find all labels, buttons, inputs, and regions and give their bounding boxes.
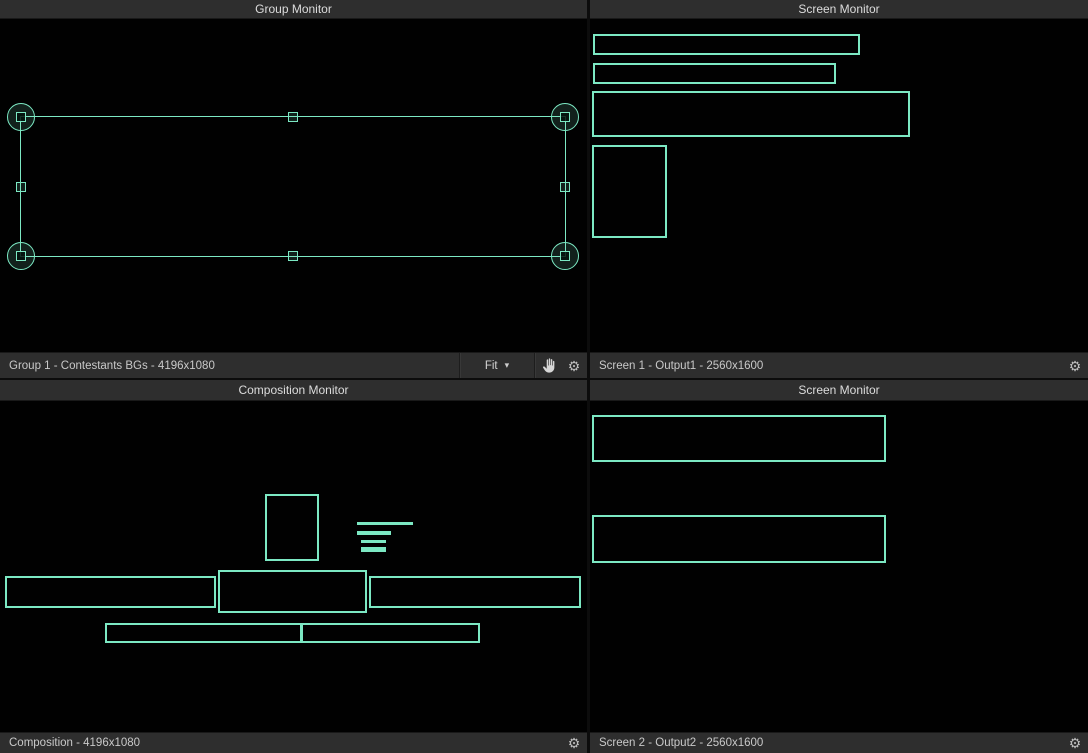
pan-hand-button[interactable] bbox=[535, 353, 561, 378]
content-rect[interactable] bbox=[593, 63, 836, 84]
fit-dropdown[interactable]: Fit ▾ bbox=[460, 353, 534, 378]
content-rect[interactable] bbox=[361, 547, 386, 552]
chevron-down-icon: ▾ bbox=[505, 361, 510, 370]
group-monitor-canvas[interactable] bbox=[0, 19, 587, 352]
content-rect[interactable] bbox=[361, 540, 386, 543]
pan-hand-icon bbox=[542, 358, 555, 373]
content-rect[interactable] bbox=[357, 522, 413, 525]
selection-handle-bottom[interactable] bbox=[288, 251, 298, 261]
selection-handle-top-left[interactable] bbox=[7, 103, 35, 131]
content-rect[interactable] bbox=[592, 145, 667, 238]
fit-dropdown-label: Fit bbox=[485, 360, 498, 372]
screen2-monitor-header: Screen Monitor bbox=[590, 380, 1088, 401]
content-rect[interactable] bbox=[592, 515, 886, 563]
composition-monitor-statusbar: Composition - 4196x1080 ⚙ bbox=[0, 732, 587, 753]
selection-handle-right[interactable] bbox=[560, 182, 570, 192]
gear-icon: ⚙ bbox=[568, 736, 581, 750]
composition-monitor-canvas[interactable] bbox=[0, 401, 587, 732]
group-settings-button[interactable]: ⚙ bbox=[561, 353, 587, 378]
screen2-monitor-canvas[interactable] bbox=[590, 401, 1088, 732]
selection-handle-left[interactable] bbox=[16, 182, 26, 192]
content-rect[interactable] bbox=[105, 623, 302, 643]
screen1-status-text: Screen 1 - Output1 - 2560x1600 bbox=[590, 360, 1062, 372]
content-rect[interactable] bbox=[592, 91, 910, 137]
group-monitor-header: Group Monitor bbox=[0, 0, 587, 19]
screen2-monitor-panel: Screen Monitor Screen 2 - Output2 - 2560… bbox=[590, 380, 1088, 753]
screen1-monitor-panel: Screen Monitor Screen 1 - Output1 - 2560… bbox=[590, 0, 1088, 378]
screen1-monitor-statusbar: Screen 1 - Output1 - 2560x1600 ⚙ bbox=[590, 352, 1088, 378]
group-monitor-panel: Group Monitor Group 1 - Contestants BGs … bbox=[0, 0, 587, 378]
screen2-status-text: Screen 2 - Output2 - 2560x1600 bbox=[590, 737, 1062, 749]
content-rect[interactable] bbox=[265, 494, 319, 561]
screen1-settings-button[interactable]: ⚙ bbox=[1062, 353, 1088, 378]
content-rect[interactable] bbox=[593, 34, 860, 55]
selection-handle-bottom-right[interactable] bbox=[551, 242, 579, 270]
screen2-monitor-statusbar: Screen 2 - Output2 - 2560x1600 ⚙ bbox=[590, 732, 1088, 753]
selection-handle-bottom-left[interactable] bbox=[7, 242, 35, 270]
content-rect[interactable] bbox=[218, 570, 367, 613]
content-rect[interactable] bbox=[301, 623, 480, 643]
advanced-output-window: Group Monitor Group 1 - Contestants BGs … bbox=[0, 0, 1088, 753]
composition-status-text: Composition - 4196x1080 bbox=[0, 737, 561, 749]
group-monitor-statusbar: Group 1 - Contestants BGs - 4196x1080 Fi… bbox=[0, 352, 587, 378]
content-rect[interactable] bbox=[357, 531, 391, 535]
screen1-monitor-header: Screen Monitor bbox=[590, 0, 1088, 19]
composition-monitor-header: Composition Monitor bbox=[0, 380, 587, 401]
panel-title: Screen Monitor bbox=[798, 2, 879, 16]
gear-icon: ⚙ bbox=[1069, 736, 1082, 750]
gear-icon: ⚙ bbox=[568, 359, 581, 373]
composition-settings-button[interactable]: ⚙ bbox=[561, 733, 587, 753]
selection-handle-top[interactable] bbox=[288, 112, 298, 122]
composition-monitor-panel: Composition Monitor Composition - 4196x1… bbox=[0, 380, 587, 753]
selection-handle-top-right[interactable] bbox=[551, 103, 579, 131]
gear-icon: ⚙ bbox=[1069, 359, 1082, 373]
content-rect[interactable] bbox=[592, 415, 886, 462]
panel-title: Group Monitor bbox=[255, 2, 332, 16]
content-rect[interactable] bbox=[369, 576, 581, 608]
screen1-monitor-canvas[interactable] bbox=[590, 19, 1088, 352]
screen2-settings-button[interactable]: ⚙ bbox=[1062, 733, 1088, 753]
group-selection-box[interactable] bbox=[20, 116, 566, 257]
panel-title: Screen Monitor bbox=[798, 383, 879, 397]
content-rect[interactable] bbox=[5, 576, 216, 608]
panel-title: Composition Monitor bbox=[238, 383, 348, 397]
group-status-text: Group 1 - Contestants BGs - 4196x1080 bbox=[0, 360, 459, 372]
